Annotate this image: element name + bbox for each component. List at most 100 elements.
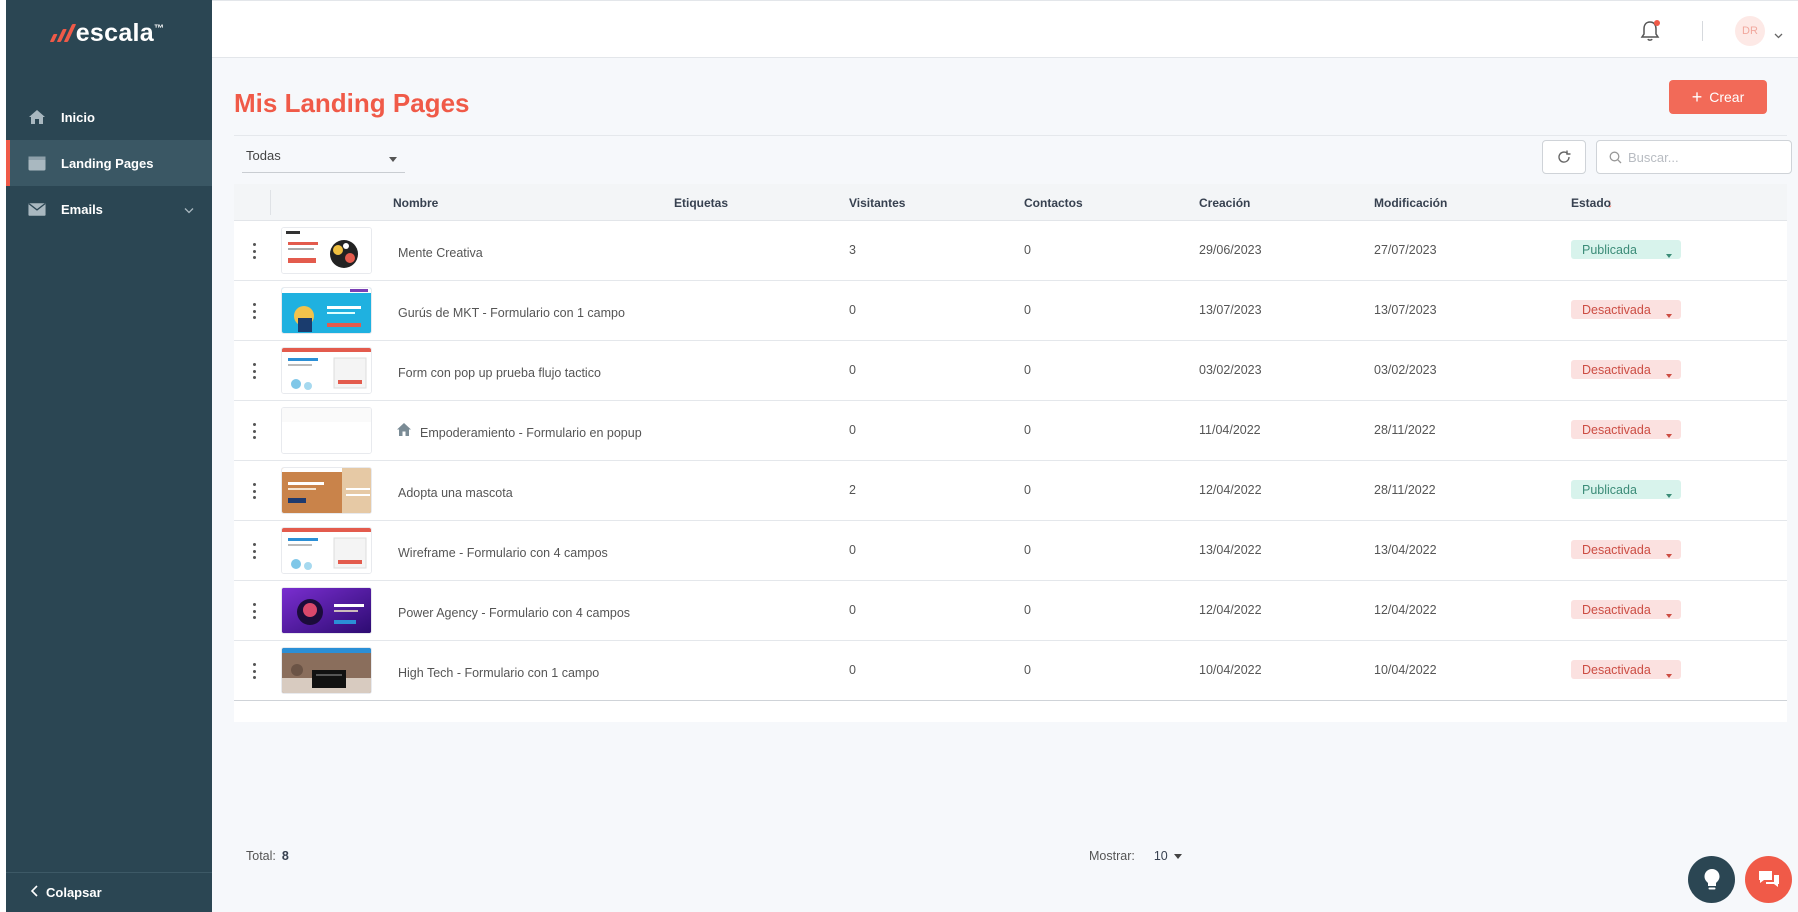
- caret-down-icon: [1666, 667, 1672, 681]
- table-row[interactable]: Adopta una mascota 2 0 12/04/2022 28/11/2022…: [234, 461, 1787, 521]
- kebab-menu-icon[interactable]: [250, 361, 258, 381]
- status-label: Desactivada: [1582, 602, 1651, 617]
- header-etiquetas[interactable]: Etiquetas: [674, 196, 728, 210]
- kebab-menu-icon[interactable]: [250, 421, 258, 441]
- top-bar: DR: [212, 0, 1798, 58]
- page-thumbnail[interactable]: [281, 407, 372, 454]
- create-button[interactable]: + Crear: [1669, 80, 1767, 114]
- page-size-select[interactable]: 10: [1154, 849, 1182, 863]
- sidebar-item-label: Emails: [61, 201, 103, 217]
- modified-cell: 27/07/2023: [1374, 243, 1437, 257]
- notification-bell-icon[interactable]: [1638, 19, 1662, 43]
- created-cell: 13/04/2022: [1199, 543, 1262, 557]
- page-name-link[interactable]: Wireframe - Formulario con 4 campos: [398, 546, 608, 560]
- filter-select[interactable]: Todas: [242, 138, 405, 173]
- chat-icon: [1758, 870, 1779, 887]
- status-label: Desactivada: [1582, 362, 1651, 377]
- tips-button[interactable]: [1688, 856, 1735, 903]
- page-name-link[interactable]: Form con pop up prueba flujo tactico: [398, 366, 601, 380]
- table-row[interactable]: Power Agency - Formulario con 4 campos 0 0…: [234, 581, 1787, 641]
- refresh-icon: [1558, 150, 1571, 163]
- page-name-link[interactable]: Mente Creativa: [398, 246, 483, 260]
- total-count: Total: 8: [246, 849, 289, 863]
- chevron-down-icon[interactable]: [184, 202, 194, 217]
- status-badge[interactable]: Publicada: [1571, 480, 1681, 499]
- status-badge[interactable]: Desactivada: [1571, 300, 1681, 319]
- page-thumbnail[interactable]: [281, 227, 372, 274]
- chevron-down-icon[interactable]: [1774, 26, 1783, 44]
- status-badge[interactable]: Publicada: [1571, 240, 1681, 259]
- kebab-menu-icon[interactable]: [250, 481, 258, 501]
- header-modificacion[interactable]: Modificación: [1374, 196, 1447, 210]
- status-badge[interactable]: Desactivada: [1571, 360, 1681, 379]
- header-creacion[interactable]: Creación: [1199, 196, 1250, 210]
- modified-cell: 28/11/2022: [1374, 483, 1436, 497]
- visitors-cell: 0: [849, 543, 856, 557]
- status-badge[interactable]: Desactivada: [1571, 540, 1681, 559]
- landing-pages-table: Nombre Etiquetas Visitantes Contactos Cr…: [234, 184, 1787, 722]
- status-badge[interactable]: Desactivada: [1571, 420, 1681, 439]
- page-name-link[interactable]: High Tech - Formulario con 1 campo: [398, 666, 599, 680]
- header-visitantes[interactable]: Visitantes: [849, 196, 905, 210]
- page-thumbnail[interactable]: [281, 287, 372, 334]
- page-name-link[interactable]: Adopta una mascota: [398, 486, 513, 500]
- kebab-menu-icon[interactable]: [250, 661, 258, 681]
- caret-down-icon: [1173, 853, 1182, 859]
- kebab-menu-icon[interactable]: [250, 541, 258, 561]
- header-contactos[interactable]: Contactos: [1024, 196, 1083, 210]
- status-badge[interactable]: Desactivada: [1571, 600, 1681, 619]
- table-row[interactable]: Wireframe - Formulario con 4 campos 0 0 13/…: [234, 521, 1787, 581]
- page-thumbnail[interactable]: [281, 347, 372, 394]
- caret-down-icon: [1666, 367, 1672, 381]
- divider: [1702, 21, 1703, 41]
- chat-button[interactable]: [1745, 856, 1792, 903]
- kebab-menu-icon[interactable]: [250, 301, 258, 321]
- create-label: Crear: [1709, 89, 1745, 105]
- header-nombre[interactable]: Nombre: [393, 196, 438, 210]
- page-size: Mostrar: 10: [1089, 849, 1182, 863]
- created-cell: 12/04/2022: [1199, 603, 1262, 617]
- divider: [234, 135, 1787, 136]
- table-row[interactable]: Empoderamiento - Formulario en popup 0 0 11…: [234, 401, 1787, 461]
- contacts-cell: 0: [1024, 423, 1031, 437]
- caret-down-icon: [1666, 607, 1672, 621]
- search-icon: [1609, 151, 1622, 163]
- collapse-button[interactable]: Colapsar: [6, 872, 212, 912]
- sidebar-item-inicio[interactable]: Inicio: [6, 94, 212, 140]
- page-thumbnail[interactable]: [281, 647, 372, 694]
- sidebar-item-label: Landing Pages: [61, 155, 154, 171]
- page-name-link[interactable]: Power Agency - Formulario con 4 campos: [398, 606, 630, 620]
- caret-down-icon: [1666, 487, 1672, 501]
- table-row[interactable]: Gurús de MKT - Formulario con 1 campo 0 0 1…: [234, 281, 1787, 341]
- sidebar: escala™ Inicio Landing Pages Emails Cola…: [6, 0, 212, 912]
- home-icon: [28, 109, 46, 125]
- kebab-menu-icon[interactable]: [250, 601, 258, 621]
- search-input[interactable]: [1628, 149, 1778, 165]
- created-cell: 03/02/2023: [1199, 363, 1262, 377]
- table-row[interactable]: Mente Creativa 3 0 29/06/2023 27/07/2023 Publ…: [234, 221, 1787, 281]
- contacts-cell: 0: [1024, 543, 1031, 557]
- visitors-cell: 2: [849, 483, 856, 497]
- sidebar-item-label: Inicio: [61, 109, 95, 125]
- created-cell: 10/04/2022: [1199, 663, 1262, 677]
- page-name-link[interactable]: Gurús de MKT - Formulario con 1 campo: [398, 306, 625, 320]
- contacts-cell: 0: [1024, 483, 1031, 497]
- kebab-menu-icon[interactable]: [250, 241, 258, 261]
- table-row[interactable]: High Tech - Formulario con 1 campo 0 0 10/0…: [234, 641, 1787, 701]
- sidebar-item-landing-pages[interactable]: Landing Pages: [6, 140, 212, 186]
- logo[interactable]: escala™: [6, 0, 212, 66]
- status-label: Desactivada: [1582, 662, 1651, 677]
- table-row[interactable]: Form con pop up prueba flujo tactico 0 0 03…: [234, 341, 1787, 401]
- page-thumbnail[interactable]: [281, 527, 372, 574]
- page-thumbnail[interactable]: [281, 467, 372, 514]
- caret-down-icon: [1666, 307, 1672, 321]
- page-thumbnail[interactable]: [281, 587, 372, 634]
- browser-window-icon: [28, 155, 46, 171]
- header-estado[interactable]: Estado: [1571, 196, 1611, 210]
- avatar[interactable]: DR: [1735, 16, 1765, 46]
- page-name-link[interactable]: Empoderamiento - Formulario en popup: [420, 426, 642, 440]
- sidebar-item-emails[interactable]: Emails: [6, 186, 212, 232]
- visitors-cell: 0: [849, 363, 856, 377]
- refresh-button[interactable]: [1542, 140, 1586, 174]
- status-badge[interactable]: Desactivada: [1571, 660, 1681, 679]
